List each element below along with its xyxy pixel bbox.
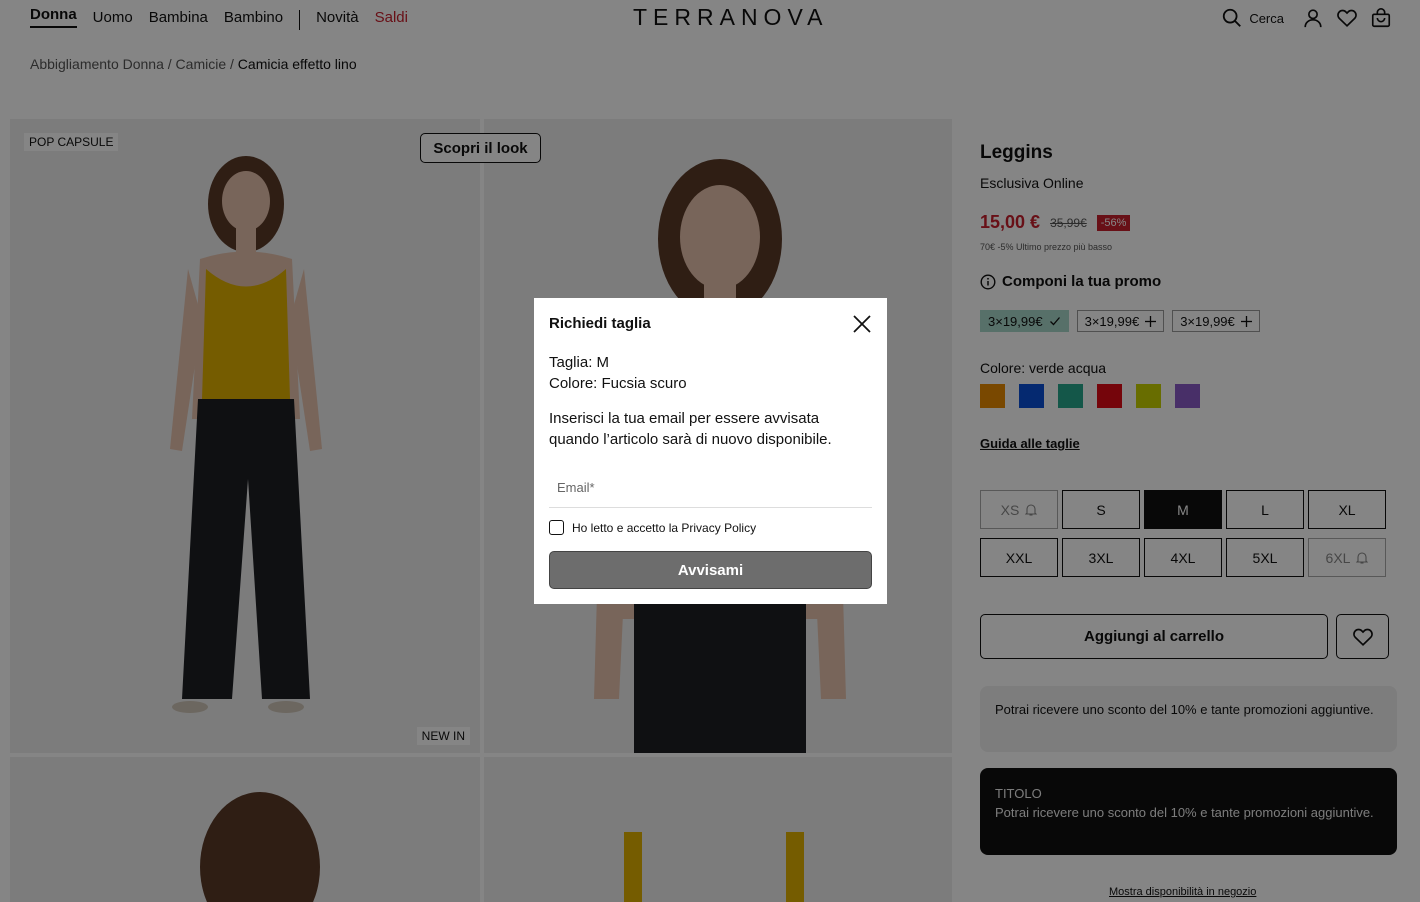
notify-me-button[interactable]: Avvisami [549,551,872,589]
modal-color-line: Colore: Fucsia scuro [549,375,687,392]
modal-selection: Taglia: M Colore: Fucsia scuro [549,352,687,394]
privacy-consent[interactable]: Ho letto e accetto la Privacy Policy [549,520,756,535]
privacy-checkbox[interactable] [549,520,564,535]
modal-description: Inserisci la tua email per essere avvisa… [549,410,832,448]
request-size-modal: Richiedi taglia Taglia: M Colore: Fucsia… [534,298,887,604]
modal-size-line: Taglia: M [549,354,610,371]
privacy-label: Ho letto e accetto la Privacy Policy [572,520,757,535]
modal-title: Richiedi taglia [549,315,651,332]
email-field[interactable] [549,468,872,508]
close-icon[interactable] [852,314,872,334]
